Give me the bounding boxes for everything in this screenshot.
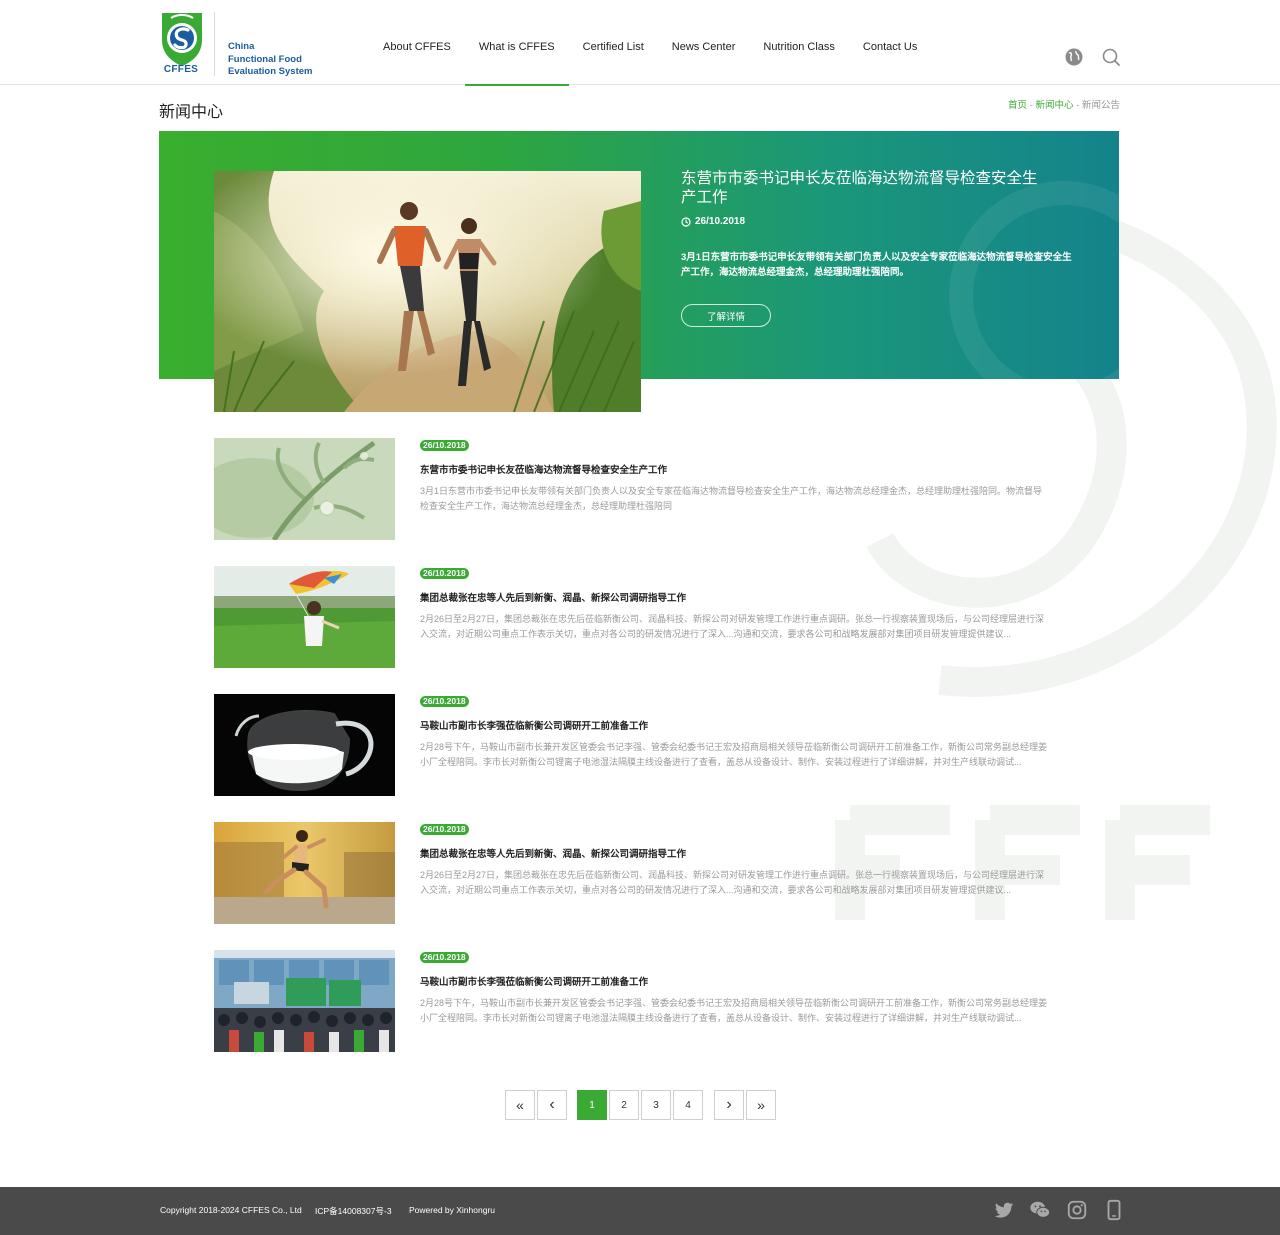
- footer-copyright: Copyright 2018-2024 CFFES Co., Ltd: [160, 1205, 302, 1215]
- logo-caption: CFFES: [163, 64, 199, 75]
- news-item[interactable]: 26/10.2018 马鞍山市副市长李强莅临新衡公司调研开工前准备工作 2月28…: [214, 694, 1054, 796]
- featured-description: 3月1日东营市市委书记申长友带领有关部门负责人以及安全专家莅临海达物流督导检查安…: [681, 252, 1072, 278]
- clock-icon: [681, 216, 691, 227]
- news-thumb-milk-jug[interactable]: [214, 694, 395, 796]
- nav-item-about[interactable]: About CFFES: [369, 0, 465, 85]
- news-thumb-kite[interactable]: [214, 566, 395, 668]
- site-header: CFFES China Functional Food Evaluation S…: [0, 0, 1280, 86]
- site-footer: Copyright 2018-2024 CFFES Co., Ltd ICP备1…: [0, 1187, 1280, 1235]
- news-date-badge: 26/10.2018: [420, 952, 469, 963]
- brand-name-line: Evaluation System: [228, 66, 313, 77]
- featured-image-runners[interactable]: [214, 171, 641, 412]
- twitter-icon[interactable]: [993, 1199, 1015, 1221]
- main-nav: About CFFES What is CFFES Certified List…: [369, 0, 931, 86]
- breadcrumb: 首页 - 新闻中心 - 新闻公告: [1008, 97, 1120, 111]
- news-item[interactable]: 26/10.2018 马鞍山市副市长李强莅临新衡公司调研开工前准备工作 2月28…: [214, 950, 1054, 1052]
- news-date-badge: 26/10.2018: [420, 824, 469, 835]
- featured-details-button[interactable]: 了解详情: [681, 304, 771, 327]
- news-date-badge: 26/10.2018: [420, 440, 469, 451]
- page-title: 新闻中心: [159, 104, 224, 121]
- nav-item-what-is[interactable]: What is CFFES: [464, 0, 569, 86]
- search-icon[interactable]: [1101, 47, 1121, 67]
- brand-name[interactable]: China Functional Food Evaluation System: [228, 41, 312, 79]
- page-1-button[interactable]: 1: [577, 1090, 607, 1120]
- next-page-button[interactable]: ›: [714, 1090, 744, 1120]
- news-title[interactable]: 东营市市委书记申长友莅临海达物流督导检查安全生产工作: [420, 462, 667, 476]
- news-date-badge: 26/10.2018: [420, 568, 469, 579]
- prev-page-button[interactable]: ‹: [537, 1090, 567, 1120]
- featured-date-text: 26/10.2018: [695, 216, 746, 227]
- news-description: 2月28号下午，马鞍山市副市长兼开发区管委会书记李强、管委会纪委书记王宏及招商局…: [420, 742, 1048, 767]
- news-title[interactable]: 马鞍山市副市长李强莅临新衡公司调研开工前准备工作: [420, 718, 648, 732]
- nav-item-certified-list[interactable]: Certified List: [569, 0, 658, 85]
- news-item[interactable]: 26/10.2018 集团总裁张在忠等人先后到新衡、润晶、新探公司调研指导工作 …: [214, 566, 1054, 668]
- news-description: 3月1日东营市市委书记申长友带领有关部门负责人以及安全专家莅临海达物流督导检查安…: [420, 486, 1043, 511]
- news-title[interactable]: 集团总裁张在忠等人先后到新衡、润晶、新探公司调研指导工作: [420, 846, 686, 860]
- brand-name-line: China: [228, 41, 255, 52]
- footer-powered-by[interactable]: Powered by Xinhongru: [409, 1205, 495, 1215]
- breadcrumb-section[interactable]: 新闻中心: [1036, 100, 1074, 111]
- news-thumb-runner[interactable]: [214, 822, 395, 924]
- featured-date: 26/10.2018: [681, 216, 745, 227]
- news-item[interactable]: 26/10.2018 集团总裁张在忠等人先后到新衡、润晶、新探公司调研指导工作 …: [214, 822, 1054, 924]
- footer-icp[interactable]: ICP备14008307号-3: [315, 1205, 392, 1217]
- news-title[interactable]: 集团总裁张在忠等人先后到新衡、润晶、新探公司调研指导工作: [420, 590, 686, 604]
- breadcrumb-current: 新闻公告: [1081, 100, 1120, 111]
- globe-icon[interactable]: [1064, 47, 1084, 67]
- news-thumb-exhibition[interactable]: [214, 950, 395, 1052]
- brand-name-line: Functional Food: [228, 53, 302, 65]
- nav-item-news-center[interactable]: News Center: [658, 0, 750, 85]
- news-title[interactable]: 马鞍山市副市长李强莅临新衡公司调研开工前准备工作: [420, 974, 648, 988]
- wechat-icon[interactable]: [1029, 1199, 1051, 1221]
- news-date-badge: 26/10.2018: [420, 696, 469, 707]
- nav-item-nutrition-class[interactable]: Nutrition Class: [749, 0, 849, 85]
- nav-item-contact[interactable]: Contact Us: [849, 0, 931, 85]
- logo-divider: [214, 12, 215, 76]
- news-description: 2月26日至2月27日，集团总裁张在忠先后莅临新衡公司、润晶科技、新探公司对研发…: [420, 614, 1045, 639]
- featured-title[interactable]: 东营市市委书记申长友莅临海达物流督导检查安全生产工作: [681, 169, 1041, 207]
- pagination: « ‹ 1 2 3 4 › »: [505, 1090, 778, 1120]
- news-description: 2月28号下午，马鞍山市副市长兼开发区管委会书记李强、管委会纪委书记王宏及招商局…: [420, 998, 1048, 1023]
- band-decoration: [949, 181, 1119, 379]
- instagram-icon[interactable]: [1066, 1199, 1088, 1221]
- first-page-button[interactable]: «: [505, 1090, 535, 1120]
- page-4-button[interactable]: 4: [673, 1090, 703, 1120]
- breadcrumb-separator: -: [1073, 100, 1082, 111]
- news-description: 2月26日至2月27日，集团总裁张在忠先后莅临新衡公司、润晶科技、新探公司对研发…: [420, 870, 1045, 895]
- news-thumb-plant[interactable]: [214, 438, 395, 540]
- page-2-button[interactable]: 2: [609, 1090, 639, 1120]
- news-item[interactable]: 26/10.2018 东营市市委书记申长友莅临海达物流督导检查安全生产工作 3月…: [214, 438, 1054, 540]
- breadcrumb-separator: -: [1027, 100, 1036, 111]
- page-3-button[interactable]: 3: [641, 1090, 671, 1120]
- last-page-button[interactable]: »: [746, 1090, 776, 1120]
- breadcrumb-home[interactable]: 首页: [1008, 100, 1027, 111]
- mobile-icon[interactable]: [1103, 1199, 1125, 1221]
